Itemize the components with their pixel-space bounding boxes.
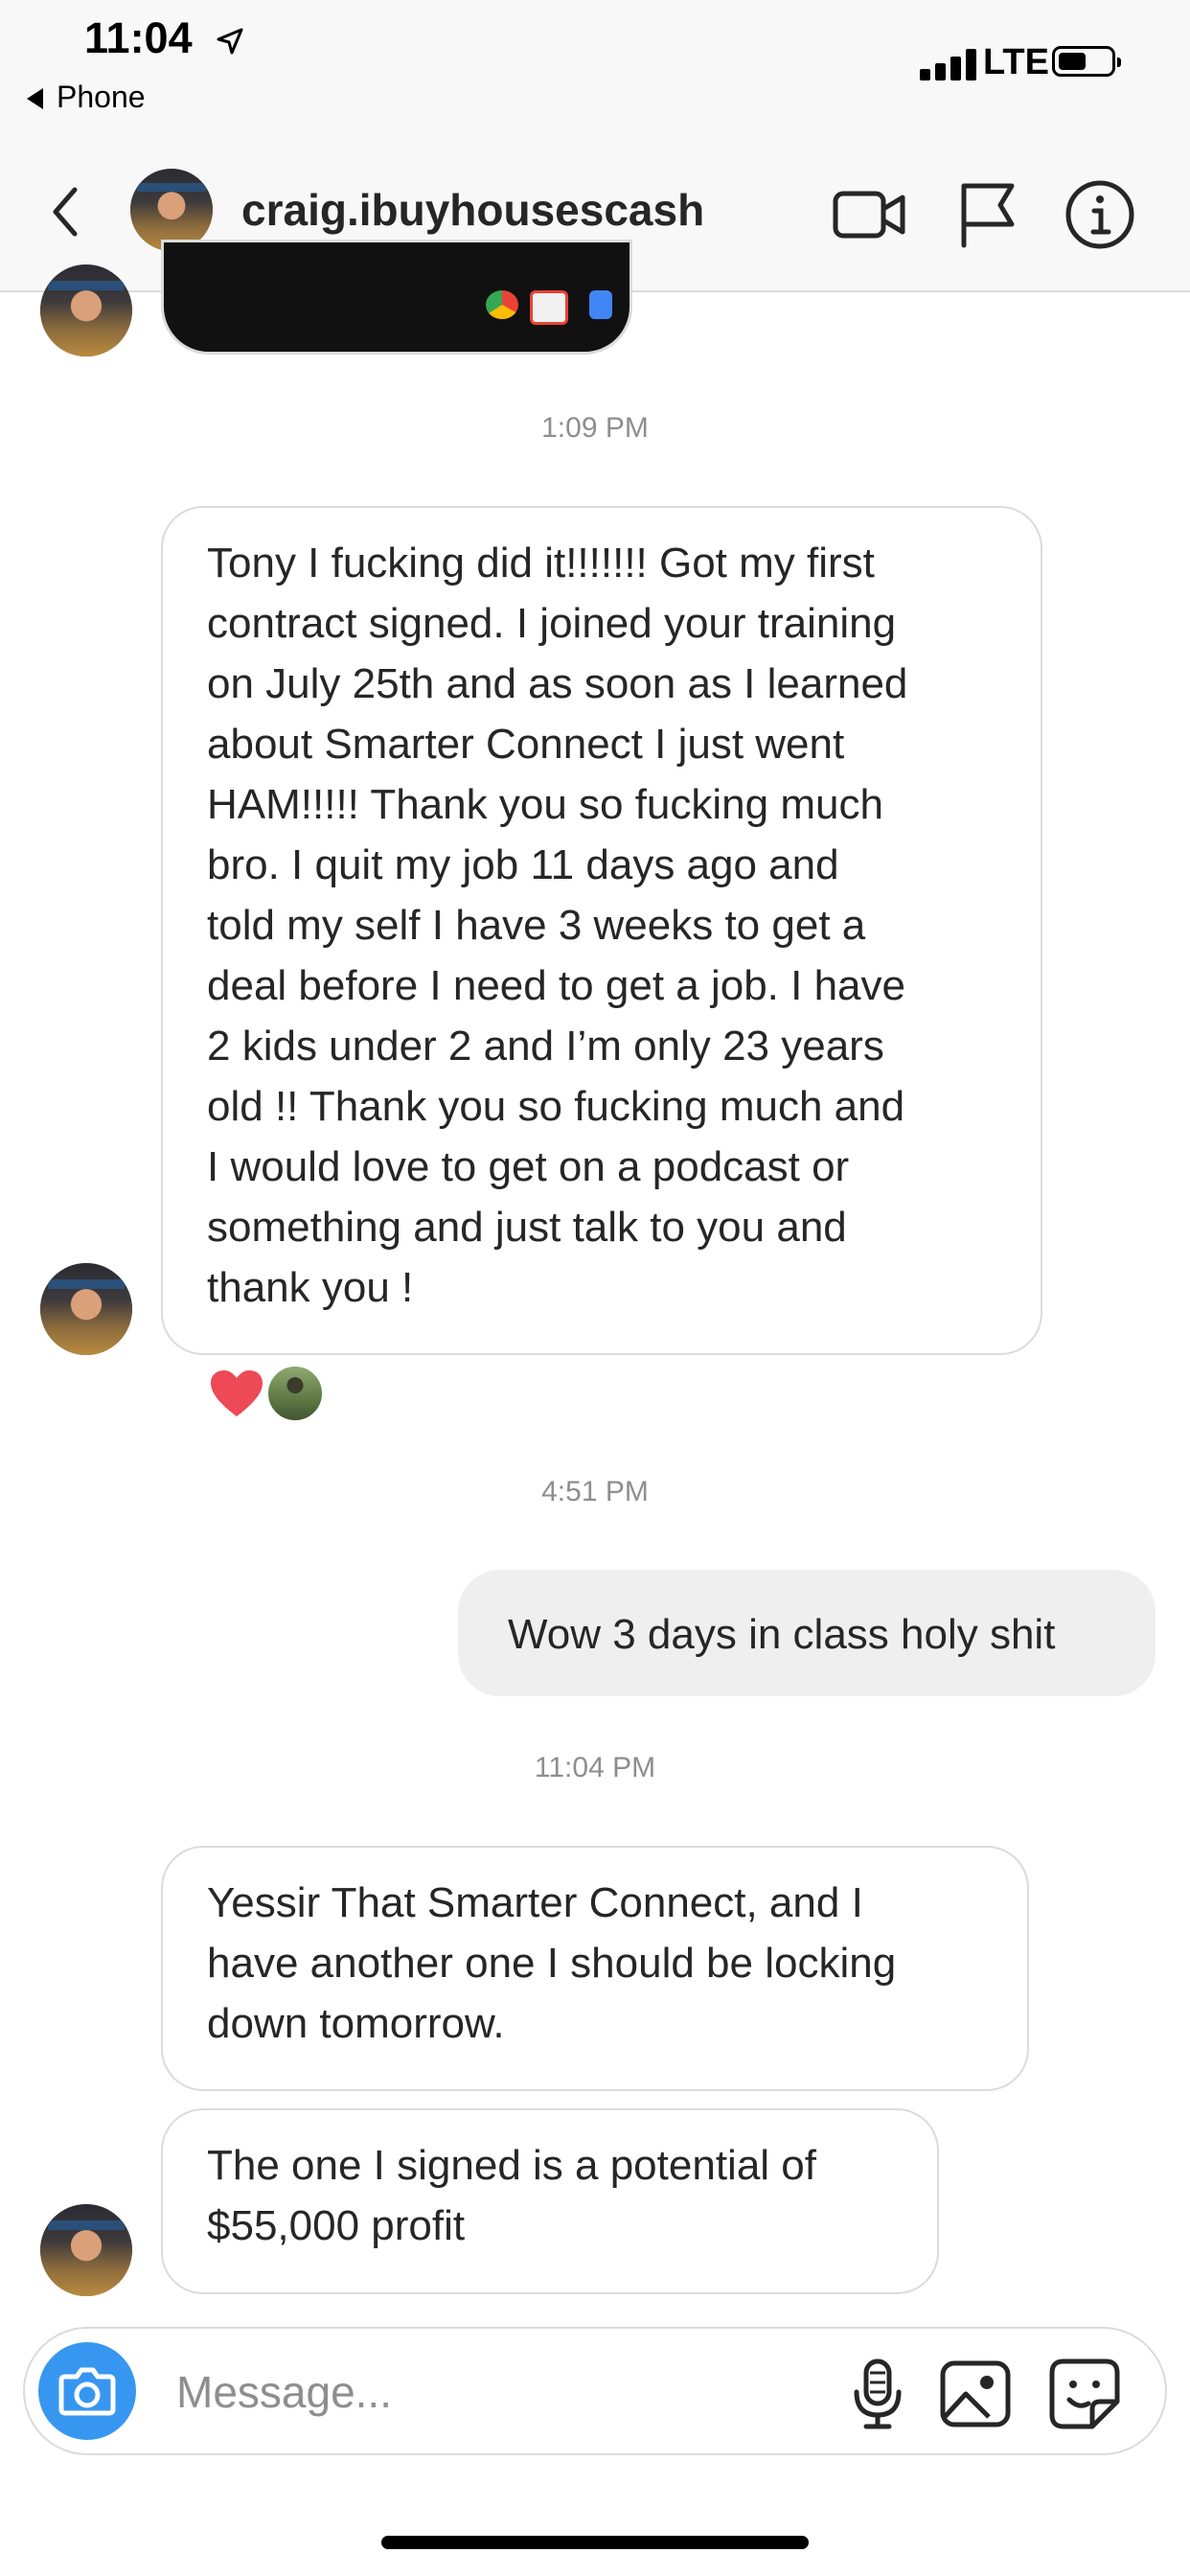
chrome-icon (486, 290, 518, 319)
back-app-label: Phone (57, 80, 146, 114)
network-type: LTE (983, 42, 1049, 82)
sticker-icon[interactable] (1044, 2354, 1125, 2434)
status-bar: 11:04 Phone LTE (0, 0, 1190, 134)
home-indicator[interactable] (381, 2536, 809, 2549)
shared-image-message[interactable] (161, 240, 632, 355)
flag-icon[interactable] (950, 176, 1027, 253)
sender-avatar[interactable] (40, 1263, 132, 1355)
contact-username[interactable]: craig.ibuyhousescash (241, 184, 704, 236)
timestamp: 1:09 PM (541, 412, 649, 444)
message-composer (23, 2327, 1167, 2455)
heart-reaction-icon (211, 1370, 263, 1416)
message-input[interactable] (174, 2358, 791, 2426)
received-message[interactable]: Tony I fucking did it!!!!!!! Got my firs… (161, 506, 1042, 1355)
back-chevron-icon[interactable] (42, 178, 90, 245)
camera-button[interactable] (38, 2342, 136, 2440)
received-message[interactable]: Yessir That Smarter Connect, and I have … (161, 1846, 1029, 2091)
microphone-icon[interactable] (837, 2354, 918, 2434)
sender-avatar[interactable] (40, 2204, 132, 2296)
message-reactions[interactable] (209, 1365, 324, 1422)
reactor-avatar (266, 1365, 324, 1422)
info-icon[interactable] (1062, 176, 1138, 253)
location-arrow-icon (217, 28, 243, 55)
video-call-icon[interactable] (832, 176, 908, 253)
status-time: 11:04 (84, 13, 193, 62)
sender-avatar[interactable] (40, 264, 132, 356)
back-triangle-icon (27, 88, 43, 109)
back-to-app-link[interactable]: Phone (27, 80, 146, 115)
battery-icon (1052, 46, 1121, 77)
received-message[interactable]: The one I signed is a potential of $55,0… (161, 2108, 939, 2294)
cellular-signal-icon (920, 48, 985, 80)
camera-icon (58, 2367, 116, 2416)
timestamp: 11:04 PM (534, 1752, 656, 1783)
docs-icon (589, 290, 612, 319)
mail-icon (530, 290, 568, 325)
sent-message[interactable]: Wow 3 days in class holy shit (458, 1570, 1156, 1696)
timestamp: 4:51 PM (541, 1476, 649, 1507)
gallery-icon[interactable] (935, 2354, 1016, 2434)
